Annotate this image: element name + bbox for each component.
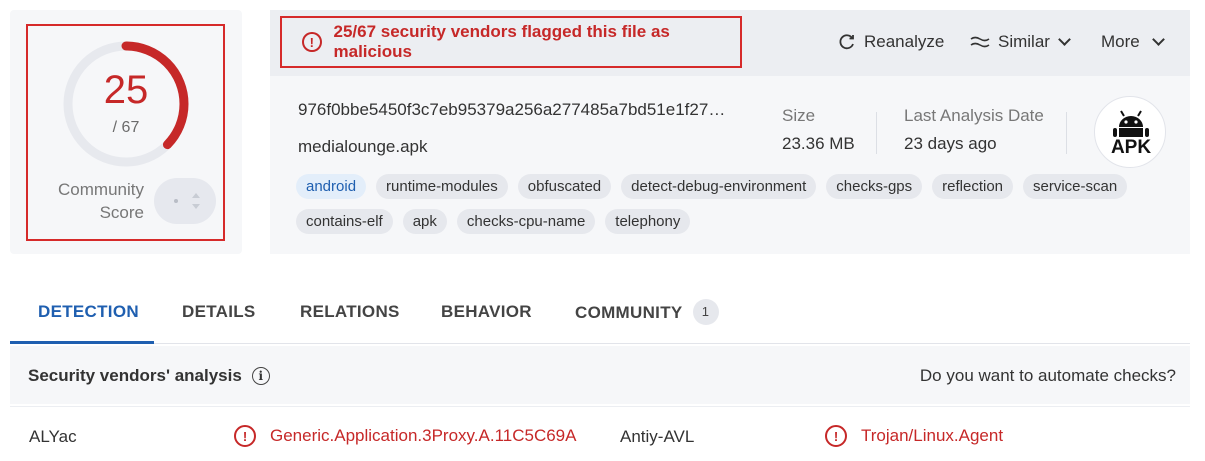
tab-community[interactable]: COMMUNITY 1	[575, 299, 719, 325]
tag-chip[interactable]: detect-debug-environment	[621, 174, 817, 199]
vendor-name: Antiy-AVL	[620, 427, 695, 446]
community-score-label: Community Score	[30, 178, 144, 224]
tag-chip[interactable]: service-scan	[1023, 174, 1128, 199]
divider	[1066, 112, 1067, 154]
size-label: Size	[782, 106, 816, 125]
reanalyze-label: Reanalyze	[864, 32, 945, 51]
last-analysis-value: 23 days ago	[904, 134, 997, 153]
tab-detection[interactable]: DETECTION	[38, 302, 139, 322]
vote-dot-icon	[174, 199, 178, 203]
tag-row: android runtime-modules obfuscated detec…	[296, 174, 1156, 199]
file-name: medialounge.apk	[298, 137, 428, 156]
vendor-detection: ! Generic.Application.3Proxy.A.11C5C69A	[234, 425, 576, 447]
tag-chip[interactable]: reflection	[932, 174, 1014, 199]
tag-chip[interactable]: telephony	[605, 209, 691, 234]
community-vote-control[interactable]	[154, 178, 216, 224]
reanalyze-button[interactable]: Reanalyze	[838, 32, 944, 52]
chevron-down-icon	[1058, 33, 1071, 46]
file-header-panel: ! 25/67 security vendors flagged this fi…	[270, 10, 1190, 254]
tag-chip[interactable]: apk	[402, 209, 447, 234]
info-icon[interactable]: i	[251, 367, 270, 385]
vendor-row: ALYac ! Generic.Application.3Proxy.A.11C…	[10, 406, 1190, 461]
tag-chip[interactable]: checks-gps	[826, 174, 923, 199]
divider	[876, 112, 877, 154]
tag-list: android runtime-modules obfuscated detec…	[296, 174, 1156, 244]
detection-total: / 67	[112, 119, 140, 136]
vote-up-icon[interactable]	[192, 193, 200, 198]
vendors-title: Security vendors' analysis i	[28, 366, 270, 386]
alert-circle-icon: !	[234, 425, 256, 447]
chevron-down-icon	[1151, 33, 1165, 46]
last-analysis-label: Last Analysis Date	[904, 106, 1044, 125]
refresh-icon	[839, 34, 854, 50]
tag-row: contains-elf apk checks-cpu-name telepho…	[296, 209, 1156, 234]
similar-label: Similar	[998, 32, 1050, 51]
detection-label: Trojan/Linux.Agent	[861, 426, 1004, 445]
tag-chip[interactable]: runtime-modules	[376, 174, 508, 199]
active-tab-indicator	[10, 341, 154, 344]
vendors-header: Security vendors' analysis i Do you want…	[10, 346, 1190, 404]
tab-behavior[interactable]: BEHAVIOR	[441, 302, 532, 322]
tag-chip[interactable]: android	[296, 174, 367, 199]
tag-chip[interactable]: checks-cpu-name	[456, 209, 596, 234]
malicious-banner-text: 25/67 security vendors flagged this file…	[333, 22, 670, 61]
vendor-name: ALYac	[29, 427, 77, 446]
similar-dropdown[interactable]: Similar	[970, 32, 1071, 52]
file-type-label: APK	[1110, 137, 1152, 158]
community-label-line2: Score	[99, 203, 144, 222]
vendors-title-text: Security vendors' analysis	[28, 366, 242, 385]
vote-down-icon[interactable]	[192, 204, 200, 209]
tab-bar: DETECTION DETAILS RELATIONS BEHAVIOR COM…	[10, 290, 1190, 344]
more-dropdown[interactable]: More	[1101, 32, 1165, 52]
tag-chip[interactable]: contains-elf	[296, 209, 393, 234]
community-label-line1: Community	[58, 180, 144, 199]
alert-circle-icon: !	[302, 32, 322, 52]
size-value: 23.36 MB	[782, 134, 855, 153]
malicious-banner: ! 25/67 security vendors flagged this fi…	[280, 16, 742, 68]
tab-relations[interactable]: RELATIONS	[300, 302, 400, 322]
similar-icon	[970, 36, 990, 48]
vendor-detection: ! Trojan/Linux.Agent	[825, 425, 1003, 447]
detection-label: Generic.Application.3Proxy.A.11C5C69A	[270, 426, 577, 445]
tab-details[interactable]: DETAILS	[182, 302, 256, 322]
detection-score: 25	[103, 68, 149, 112]
automate-checks-link[interactable]: Do you want to automate checks?	[920, 366, 1176, 386]
file-hash[interactable]: 976f0bbe5450f3c7eb95379a256a277485a7bd51…	[298, 100, 730, 120]
alert-circle-icon: !	[825, 425, 847, 447]
tab-community-label: COMMUNITY	[575, 302, 683, 322]
community-count-badge: 1	[692, 299, 719, 325]
tag-chip[interactable]: obfuscated	[517, 174, 612, 199]
file-type-badge: APK	[1094, 96, 1166, 168]
header-top-bar: ! 25/67 security vendors flagged this fi…	[270, 10, 1190, 76]
more-label: More	[1101, 32, 1140, 51]
